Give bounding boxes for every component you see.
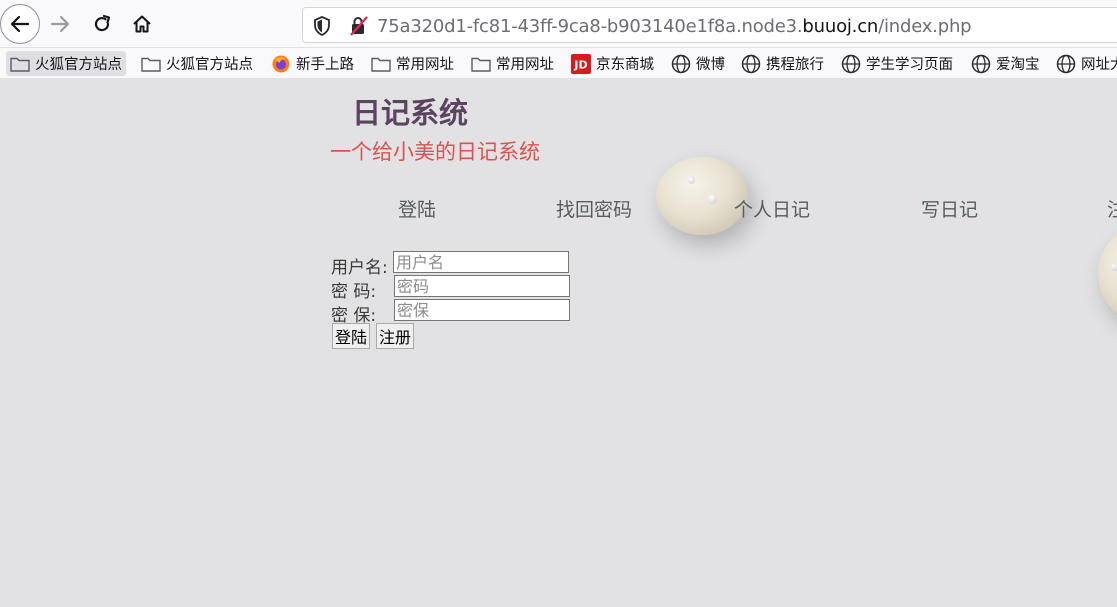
menu-login[interactable]: 登陆 — [398, 195, 436, 222]
bookmark-item[interactable]: 常用网址 — [367, 51, 458, 76]
address-bar[interactable]: 75a320d1-fc81-43ff-9ca8-b903140e1f8a.nod… — [302, 7, 1117, 43]
bookmark-label: 携程旅行 — [766, 57, 824, 73]
arrow-right-icon — [50, 15, 70, 33]
globe-icon — [971, 54, 991, 74]
menu-my-diary[interactable]: 个人日记 — [734, 195, 810, 222]
site-title: 日记系统 — [352, 96, 469, 130]
bookmark-item[interactable]: 火狐官方站点 — [137, 51, 257, 76]
login-button[interactable]: 登陆 — [332, 323, 371, 349]
bookmark-label: 京东商城 — [596, 57, 654, 73]
shield-icon[interactable] — [312, 15, 332, 37]
url-text[interactable]: 75a320d1-fc81-43ff-9ca8-b903140e1f8a.nod… — [377, 16, 972, 37]
bookmark-item[interactable]: 火狐官方站点 — [6, 51, 126, 76]
page-content: 日记系统 一个给小美的日记系统 登陆 找回密码 个人日记 写日记 注 用户名: … — [0, 80, 1117, 607]
globe-icon — [1056, 54, 1076, 74]
forward-button[interactable] — [40, 4, 80, 44]
username-input[interactable] — [393, 251, 569, 273]
water-drop-image — [708, 194, 717, 204]
password-input[interactable] — [394, 275, 570, 297]
water-drop-image — [688, 176, 695, 184]
folder-icon — [10, 54, 30, 74]
register-button[interactable]: 注册 — [376, 323, 415, 349]
bookmark-label: 网址大 — [1081, 57, 1117, 73]
security-answer-input[interactable] — [394, 299, 570, 321]
bookmark-item[interactable]: 网址大 — [1052, 51, 1117, 76]
water-drop-image — [1111, 263, 1117, 271]
bookmark-item[interactable]: 携程旅行 — [737, 51, 828, 76]
bookmark-item[interactable]: 学生学习页面 — [837, 51, 957, 76]
browser-toolbar: 75a320d1-fc81-43ff-9ca8-b903140e1f8a.nod… — [0, 0, 1117, 48]
bookmark-item[interactable]: 常用网址 — [467, 51, 558, 76]
bookmark-item[interactable]: JD 京东商城 — [567, 51, 658, 76]
bookmarks-toolbar: 火狐官方站点 火狐官方站点 新手上路 常用网址 常用网址 JD 京东商城 微博 … — [0, 48, 1117, 79]
username-label: 用户名: — [331, 258, 388, 278]
jd-icon: JD — [571, 53, 591, 74]
decorative-stone-image — [1098, 228, 1117, 320]
globe-icon — [671, 54, 691, 74]
home-button[interactable] — [122, 4, 162, 44]
folder-icon — [371, 54, 391, 74]
reload-button[interactable] — [82, 4, 122, 44]
bookmark-label: 火狐官方站点 — [166, 57, 253, 73]
bookmark-label: 微博 — [696, 57, 725, 73]
bookmark-label: 常用网址 — [496, 57, 554, 73]
home-icon — [133, 15, 151, 33]
globe-icon — [841, 54, 861, 74]
menu-recover-password[interactable]: 找回密码 — [556, 195, 632, 222]
menu-register[interactable]: 注 — [1107, 195, 1117, 222]
bookmark-label: 常用网址 — [396, 57, 454, 73]
password-label: 密 码: — [331, 282, 377, 302]
bookmark-label: 学生学习页面 — [866, 57, 953, 73]
svg-text:JD: JD — [573, 58, 587, 71]
reload-icon — [94, 14, 111, 32]
firefox-icon — [271, 54, 291, 74]
bookmark-item[interactable]: 微博 — [667, 51, 729, 76]
folder-icon — [471, 54, 491, 74]
bookmark-label: 火狐官方站点 — [35, 57, 122, 73]
menu-write-diary[interactable]: 写日记 — [921, 195, 978, 222]
back-button[interactable] — [0, 4, 40, 44]
bookmark-label: 新手上路 — [296, 57, 354, 73]
site-subtitle: 一个给小美的日记系统 — [330, 140, 540, 164]
bookmark-item[interactable]: 新手上路 — [267, 51, 358, 76]
bookmark-item[interactable]: 爱淘宝 — [967, 51, 1044, 76]
globe-icon — [741, 54, 761, 74]
folder-icon — [141, 54, 161, 74]
arrow-left-icon — [10, 15, 30, 33]
bookmark-label: 爱淘宝 — [996, 57, 1040, 73]
insecure-connection-icon[interactable] — [349, 16, 369, 36]
